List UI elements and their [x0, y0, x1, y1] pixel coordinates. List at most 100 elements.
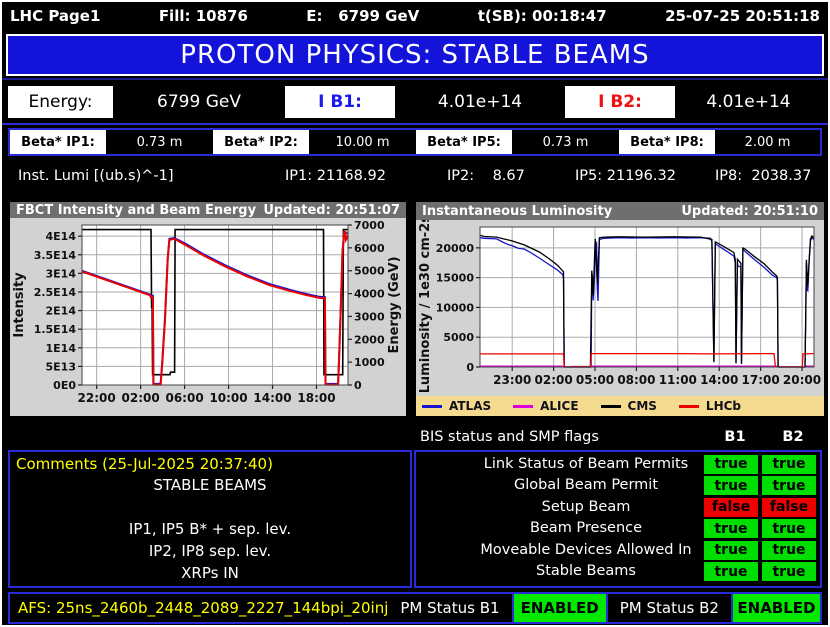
svg-text:Energy (GeV): Energy (GeV): [387, 256, 402, 353]
luminosity-chart-updated: Updated: 20:51:10: [681, 203, 818, 219]
mode-banner: PROTON PHYSICS: STABLE BEAMS: [6, 34, 824, 76]
fbct-chart-title: FBCT Intensity and Beam Energy: [16, 202, 257, 218]
luminosity-chart-titlebar: Instantaneous Luminosity Updated: 20:51:…: [416, 202, 824, 221]
beam-summary-row: Energy: 6799 GeV I B1: 4.01e+14 I B2: 4.…: [8, 86, 822, 118]
svg-text:6000: 6000: [354, 242, 385, 255]
bis-row-label: Beam Presence: [529, 520, 643, 537]
beta-ip5-value: 0.73 m: [512, 130, 619, 154]
bis-title: BIS status and SMP flags: [420, 429, 599, 445]
lhc-page1-window: LHC Page1 Fill: 10876 E: 6799 GeV t(SB):…: [0, 0, 830, 627]
time-in-stable-beams: t(SB): 00:18:47: [477, 7, 607, 25]
bis-flag-b1: false: [704, 497, 758, 517]
top-status-bar: LHC Page1 Fill: 10876 E: 6799 GeV t(SB):…: [2, 2, 828, 30]
bis-row-label: Setup Beam: [541, 498, 631, 515]
svg-text:2E14: 2E14: [46, 305, 77, 318]
svg-text:14:00: 14:00: [253, 391, 291, 405]
bis-row-label: Moveable Devices Allowed In: [480, 541, 692, 558]
svg-text:0E0: 0E0: [53, 379, 76, 392]
bis-flag-b1: true: [704, 562, 758, 582]
bis-row: Stable Beams true true: [416, 562, 820, 583]
bis-row: Global Beam Permit true true: [416, 476, 820, 497]
legend-swatch: [678, 404, 699, 408]
svg-text:06:00: 06:00: [165, 391, 203, 405]
svg-text:1E14: 1E14: [46, 342, 77, 355]
svg-text:3000: 3000: [354, 310, 385, 323]
svg-text:22:00: 22:00: [78, 391, 116, 405]
lumi-ip8: IP8: 2038.37: [715, 168, 812, 184]
intensity-b1-value: 4.01e+14: [395, 86, 565, 118]
fbct-chart-svg: 22:00 02:00 06:00 10:00 14:00 18:00 0E0 5E13 1E1…: [12, 219, 402, 405]
datetime: 25-07-25 20:51:18: [665, 7, 820, 25]
svg-text:Intensity: Intensity: [12, 272, 27, 338]
svg-text:5000: 5000: [443, 331, 474, 344]
svg-text:3.5E14: 3.5E14: [34, 249, 77, 262]
inst-lumi-row: Inst. Lumi [(ub.s)^-1] IP1: 21168.92 IP2…: [2, 156, 828, 198]
intensity-b1-label: I B1:: [285, 86, 395, 118]
svg-text:4E14: 4E14: [46, 230, 77, 243]
svg-text:20000: 20000: [436, 242, 475, 255]
svg-text:5000: 5000: [354, 265, 385, 278]
lumi-label: Inst. Lumi [(ub.s)^-1]: [18, 168, 174, 184]
svg-text:7000: 7000: [354, 219, 385, 232]
afs-scheme: AFS: 25ns_2460b_2448_2089_2227_144bpi_20…: [18, 599, 389, 617]
bis-flag-b2: false: [762, 497, 816, 517]
fbct-chart-updated: Updated: 20:51:07: [263, 202, 400, 218]
bis-flag-b2: true: [762, 519, 816, 539]
luminosity-legend: ATLAS ALICE CMS LHCb: [416, 396, 824, 416]
svg-text:17:00: 17:00: [742, 373, 780, 387]
beta-ip8-value: 2.00 m: [715, 130, 820, 154]
energy-label: Energy:: [8, 86, 113, 118]
intensity-b2-value: 4.01e+14: [675, 86, 822, 118]
bis-flag-b2: true: [762, 476, 816, 496]
pm-status-b1-label: PM Status B1: [400, 599, 500, 617]
luminosity-chart-title: Instantaneous Luminosity: [422, 203, 613, 219]
legend-swatch: [513, 404, 534, 408]
bis-row-label: Link Status of Beam Permits: [483, 455, 689, 472]
bis-flag-b1: true: [704, 454, 758, 474]
bis-col-b1: B1: [724, 429, 746, 445]
svg-text:11:00: 11:00: [659, 373, 697, 387]
luminosity-chart-panel: Instantaneous Luminosity Updated: 20:51:…: [416, 201, 824, 416]
comments-title: Comments (25-Jul-2025 20:37:40): [16, 455, 273, 473]
comment-line: IP2, IP8 sep. lev.: [148, 542, 272, 560]
legend-label: LHCb: [705, 399, 742, 414]
svg-text:18:00: 18:00: [297, 391, 335, 405]
beta-ip5-label: Beta* IP5:: [416, 130, 512, 154]
app-title: LHC Page1: [10, 7, 101, 25]
energy-value: 6799 GeV: [113, 86, 285, 118]
svg-text:4000: 4000: [354, 288, 385, 301]
fbct-chart: 22:00 02:00 06:00 10:00 14:00 18:00 0E0 5E13 1E1…: [10, 218, 406, 416]
mode-banner-title: PROTON PHYSICS: STABLE BEAMS: [180, 40, 650, 70]
legend-label: ATLAS: [449, 399, 492, 414]
lumi-ip5: IP5: 21196.32: [575, 168, 676, 184]
beta-star-row: Beta* IP1: 0.73 m Beta* IP2: 10.00 m Bet…: [8, 128, 822, 156]
svg-text:02:00: 02:00: [535, 373, 573, 387]
comment-line: STABLE BEAMS: [153, 476, 267, 494]
lumi-ip2: IP2: 8.67: [447, 168, 525, 184]
legend-label: CMS: [627, 399, 657, 414]
comment-line: [16, 496, 404, 518]
pm-status-b2-value: ENABLED: [730, 594, 820, 622]
beta-ip8-label: Beta* IP8:: [619, 130, 715, 154]
bis-row: Beam Presence true true: [416, 519, 820, 540]
svg-text:0: 0: [466, 361, 474, 374]
beta-ip1-label: Beta* IP1:: [10, 130, 106, 154]
bis-row-label: Stable Beams: [536, 563, 636, 580]
svg-text:05:00: 05:00: [576, 373, 614, 387]
bis-row-label: Global Beam Permit: [513, 477, 659, 494]
svg-text:3E14: 3E14: [46, 267, 77, 280]
bis-row: Setup Beam false false: [416, 497, 820, 519]
legend-swatch: [600, 404, 621, 408]
svg-text:0: 0: [354, 379, 362, 392]
svg-text:10000: 10000: [436, 302, 475, 315]
bis-row: Link Status of Beam Permits true true: [416, 454, 820, 476]
fbct-chart-panel: FBCT Intensity and Beam Energy Updated: …: [10, 202, 406, 416]
svg-text:Luminosity / 1e30 cm-2s-1: Luminosity / 1e30 cm-2s-1: [418, 220, 433, 392]
svg-text:02:00: 02:00: [122, 391, 160, 405]
fbct-chart-titlebar: FBCT Intensity and Beam Energy Updated: …: [10, 202, 406, 218]
svg-text:23:00: 23:00: [493, 373, 531, 387]
legend-label: ALICE: [540, 399, 579, 414]
intensity-b2-label: I B2:: [565, 86, 675, 118]
bis-row: Moveable Devices Allowed In true true: [416, 540, 820, 562]
bis-flag-b2: true: [762, 540, 816, 560]
